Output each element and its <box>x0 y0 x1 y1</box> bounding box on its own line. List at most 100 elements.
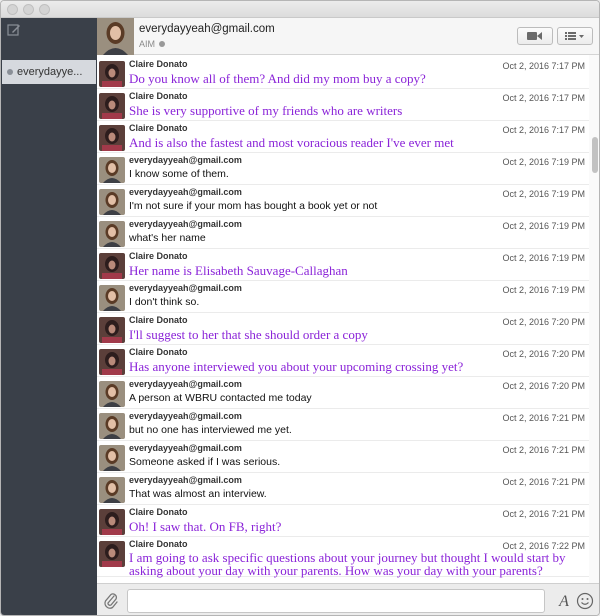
message-text: That was almost an interview. <box>129 488 267 500</box>
message-timestamp: Oct 2, 2016 7:19 PM <box>502 253 585 263</box>
message-row: Claire Donato Oct 2, 2016 7:21 PM Oh! I sa… <box>97 505 589 537</box>
sender-avatar <box>99 157 125 183</box>
contact-avatar <box>97 18 134 55</box>
message-timestamp: Oct 2, 2016 7:17 PM <box>502 93 585 103</box>
message-sender: Claire Donato <box>129 539 188 549</box>
message-text: what's her name <box>129 232 206 244</box>
message-row: everydayyeah@gmail.com Oct 2, 2016 7:19 P… <box>97 153 589 185</box>
message-row: everydayyeah@gmail.com Oct 2, 2016 7:21 P… <box>97 473 589 505</box>
message-text: Her name is Elisabeth Sauvage-Callaghan <box>129 263 348 278</box>
message-timestamp: Oct 2, 2016 7:19 PM <box>502 157 585 167</box>
message-timestamp: Oct 2, 2016 7:21 PM <box>502 413 585 423</box>
sender-avatar <box>99 189 125 215</box>
message-row: everydayyeah@gmail.com Oct 2, 2016 7:21 P… <box>97 441 589 473</box>
message-row: Claire Donato Oct 2, 2016 7:17 PM And is a… <box>97 121 589 153</box>
sidebar-item-conversation[interactable]: everydayye... <box>2 60 96 84</box>
sender-avatar <box>99 93 125 119</box>
message-sender: everydayyeah@gmail.com <box>129 379 242 389</box>
scroll-thumb[interactable] <box>592 137 598 173</box>
emoji-icon[interactable] <box>576 592 594 610</box>
message-text: I'm not sure if your mom has bought a bo… <box>129 200 378 212</box>
message-text: Do you know all of them? And did my mom … <box>129 71 426 86</box>
details-menu-button[interactable] <box>557 27 593 45</box>
message-sender: everydayyeah@gmail.com <box>129 219 242 229</box>
message-row: everydayyeah@gmail.com Oct 2, 2016 7:19 P… <box>97 185 589 217</box>
sender-avatar <box>99 317 125 343</box>
sender-avatar <box>99 253 125 279</box>
message-sender: Claire Donato <box>129 123 188 133</box>
message-sender: Claire Donato <box>129 347 188 357</box>
sender-avatar <box>99 285 125 311</box>
contact-status: AIM <box>139 39 166 49</box>
message-sender: Claire Donato <box>129 59 188 69</box>
message-timestamp: Oct 2, 2016 7:20 PM <box>502 349 585 359</box>
contact-name: everydayyeah@gmail.com <box>139 23 275 35</box>
sender-avatar <box>99 413 125 439</box>
sender-avatar <box>99 61 125 87</box>
message-timestamp: Oct 2, 2016 7:19 PM <box>502 189 585 199</box>
message-row: Claire Donato Oct 2, 2016 7:17 PM Do you k… <box>97 57 589 89</box>
message-sender: everydayyeah@gmail.com <box>129 411 242 421</box>
message-row: Claire Donato Oct 2, 2016 7:22 PM I am goi… <box>97 537 589 577</box>
message-timestamp: Oct 2, 2016 7:20 PM <box>502 381 585 391</box>
sidebar-item-label: everydayye... <box>17 66 83 78</box>
message-timestamp: Oct 2, 2016 7:21 PM <box>502 509 585 519</box>
message-text: but no one has interviewed me yet. <box>129 424 292 436</box>
message-sender: everydayyeah@gmail.com <box>129 187 242 197</box>
message-timestamp: Oct 2, 2016 7:17 PM <box>502 61 585 71</box>
messages-window: everydayye... everydayyeah@gmail.com AIM <box>0 0 600 616</box>
message-row: Claire Donato Oct 2, 2016 7:17 PM She is v… <box>97 89 589 121</box>
minimize-window-button[interactable] <box>23 4 34 15</box>
message-text: I don't think so. <box>129 296 200 308</box>
status-dot-icon <box>7 69 13 75</box>
message-timestamp: Oct 2, 2016 7:20 PM <box>502 317 585 327</box>
message-timestamp: Oct 2, 2016 7:19 PM <box>502 221 585 231</box>
compose-bar: A <box>97 583 599 615</box>
message-text: I know some of them. <box>129 168 229 180</box>
message-text: Oh! I saw that. On FB, right? <box>129 519 282 534</box>
presence-dot-icon <box>159 41 166 47</box>
message-sender: everydayyeah@gmail.com <box>129 155 242 165</box>
message-text: Someone asked if I was serious. <box>129 456 281 468</box>
chat-header: everydayyeah@gmail.com AIM <box>97 18 599 55</box>
sender-avatar <box>99 477 125 503</box>
message-text: She is very supportive of my friends who… <box>129 103 403 118</box>
message-timestamp: Oct 2, 2016 7:17 PM <box>502 125 585 135</box>
message-sender: Claire Donato <box>129 315 188 325</box>
message-row: Claire Donato Oct 2, 2016 7:20 PM I'll sug… <box>97 313 589 345</box>
message-sender: everydayyeah@gmail.com <box>129 283 242 293</box>
zoom-window-button[interactable] <box>39 4 50 15</box>
service-label: AIM <box>139 39 156 49</box>
message-text: Has anyone interviewed you about your up… <box>129 359 464 374</box>
message-text: And is also the fastest and most voracio… <box>129 135 454 150</box>
message-input[interactable] <box>127 589 545 613</box>
sender-avatar <box>99 221 125 247</box>
message-sender: Claire Donato <box>129 251 188 261</box>
paperclip-icon[interactable] <box>102 592 120 610</box>
sender-avatar <box>99 509 125 535</box>
close-window-button[interactable] <box>7 4 18 15</box>
message-timestamp: Oct 2, 2016 7:19 PM <box>502 285 585 295</box>
message-timestamp: Oct 2, 2016 7:21 PM <box>502 445 585 455</box>
message-sender: Claire Donato <box>129 507 188 517</box>
message-timestamp: Oct 2, 2016 7:21 PM <box>502 477 585 487</box>
video-camera-icon <box>527 32 542 40</box>
message-row: everydayyeah@gmail.com Oct 2, 2016 7:19 P… <box>97 217 589 249</box>
video-call-button[interactable] <box>517 27 553 45</box>
compose-icon[interactable] <box>7 23 21 37</box>
message-row: everydayyeah@gmail.com Oct 2, 2016 7:20 P… <box>97 377 589 409</box>
sender-avatar <box>99 445 125 471</box>
message-sender: Claire Donato <box>129 91 188 101</box>
conversation-sidebar: everydayye... <box>1 18 97 615</box>
message-text: I am going to ask specific questions abo… <box>129 550 566 578</box>
title-bar <box>1 1 599 18</box>
message-sender: everydayyeah@gmail.com <box>129 443 242 453</box>
message-list[interactable]: Claire Donato Oct 2, 2016 7:17 PM Do you k… <box>97 55 599 583</box>
message-row: Claire Donato Oct 2, 2016 7:20 PM Has anyo… <box>97 345 589 377</box>
message-text: A person at WBRU contacted me today <box>129 392 312 404</box>
message-text: I'll suggest to her that she should orde… <box>129 327 368 342</box>
message-row: everydayyeah@gmail.com Oct 2, 2016 7:19 P… <box>97 281 589 313</box>
chat-scrollbar[interactable] <box>589 55 599 583</box>
message-row: Claire Donato Oct 2, 2016 7:19 PM Her name… <box>97 249 589 281</box>
font-style-icon[interactable]: A <box>554 592 574 612</box>
